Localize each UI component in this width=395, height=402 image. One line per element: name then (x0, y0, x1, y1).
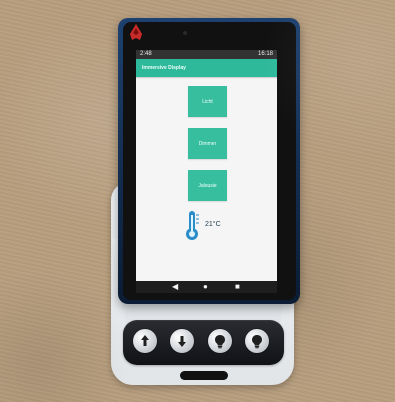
photo-scene: 2:48 16:18 Immersive Display Licht Dimme… (0, 0, 395, 402)
camera-lens (183, 31, 187, 35)
thermometer-icon (182, 209, 202, 243)
status-left-text: 2:48 (140, 51, 152, 57)
bulb-button-right[interactable] (245, 329, 269, 353)
temperature-value: 21°C (205, 221, 221, 228)
arrow-up-button[interactable] (133, 329, 157, 353)
jalousie-button[interactable]: Jalousie (188, 170, 227, 201)
arrow-up-icon (141, 335, 149, 346)
dimmer-button[interactable]: Dimmer (188, 128, 227, 159)
app-header: Immersive Display (136, 59, 277, 77)
mount-slot (180, 371, 228, 380)
status-right-text: 16:18 (257, 51, 273, 57)
bulb-icon (215, 335, 225, 349)
recent-apps-icon[interactable]: ■ (235, 281, 240, 293)
app-title: Immersive Display (142, 65, 186, 71)
back-icon[interactable]: ◀ (172, 281, 178, 293)
arrow-down-button[interactable] (170, 329, 194, 353)
bulb-icon (252, 335, 262, 349)
status-bar: 2:48 16:18 (136, 50, 277, 59)
bulb-button-left[interactable] (208, 329, 232, 353)
system-nav-bar: ◀ ● ■ (136, 281, 277, 293)
licht-button[interactable]: Licht (188, 86, 227, 117)
logo-icon (126, 22, 146, 42)
home-icon[interactable]: ● (203, 281, 208, 293)
arrow-down-icon (178, 336, 186, 347)
touch-screen: 2:48 16:18 Immersive Display Licht Dimme… (136, 50, 277, 293)
